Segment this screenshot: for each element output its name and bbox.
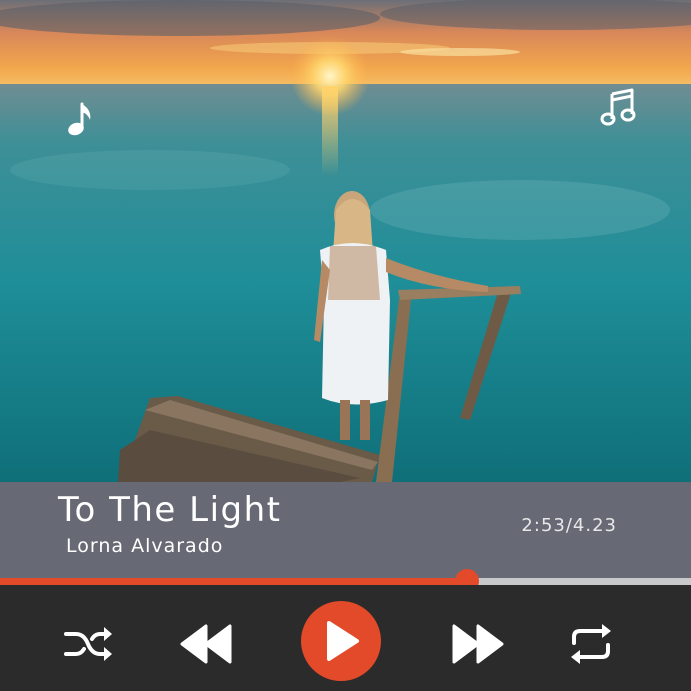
beamed-notes-icon [600,88,638,128]
album-art-image [0,0,691,482]
album-art [0,0,691,482]
fast-forward-icon [452,624,504,664]
play-icon [327,621,359,661]
play-button[interactable] [301,601,381,681]
repeat-icon [571,624,611,664]
repeat-button[interactable] [566,621,616,667]
playback-controls [0,585,691,691]
song-title: To The Light [58,490,282,530]
shuffle-icon [64,627,112,661]
time-display: 2:53/4.23 [521,515,617,536]
music-note-icon [64,100,94,140]
shuffle-button[interactable] [62,623,114,665]
fast-forward-button[interactable] [450,623,504,665]
progress-bar[interactable] [0,569,691,593]
artist-name: Lorna Alvarado [66,535,224,557]
rewind-icon [180,624,232,664]
rewind-button[interactable] [180,623,234,665]
progress-fill [0,578,468,585]
